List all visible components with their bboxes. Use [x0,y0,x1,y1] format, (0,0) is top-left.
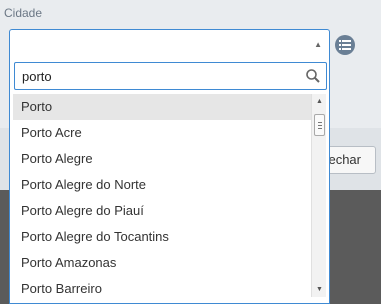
option-porto-barreiro[interactable]: Porto Barreiro [13,276,311,302]
city-dropdown: Porto Porto Acre Porto Alegre Porto Aleg… [9,59,330,304]
search-icon [306,69,320,83]
scroll-up-arrow-icon[interactable]: ▲ [312,94,327,109]
city-label: Cidade [4,6,43,20]
list-icon[interactable] [335,35,355,55]
option-porto-alegre-do-piaui[interactable]: Porto Alegre do Piauí [13,198,311,224]
option-porto-amazonas[interactable]: Porto Amazonas [13,250,311,276]
option-porto[interactable]: Porto [13,94,311,120]
caret-up-icon: ▲ [314,40,322,49]
option-porto-alegre-do-norte[interactable]: Porto Alegre do Norte [13,172,311,198]
search-input[interactable] [16,64,301,88]
city-select[interactable]: ▲ [9,29,330,59]
options-list: Porto Porto Acre Porto Alegre Porto Aleg… [13,94,311,304]
option-porto-acre[interactable]: Porto Acre [13,120,311,146]
search-box [14,62,327,90]
scroll-down-arrow-icon[interactable]: ▼ [312,282,327,297]
scroll-thumb[interactable] [314,114,325,136]
options-scrollbar[interactable]: ▲ ▼ [311,94,326,297]
option-porto-alegre[interactable]: Porto Alegre [13,146,311,172]
option-porto-alegre-do-tocantins[interactable]: Porto Alegre do Tocantins [13,224,311,250]
